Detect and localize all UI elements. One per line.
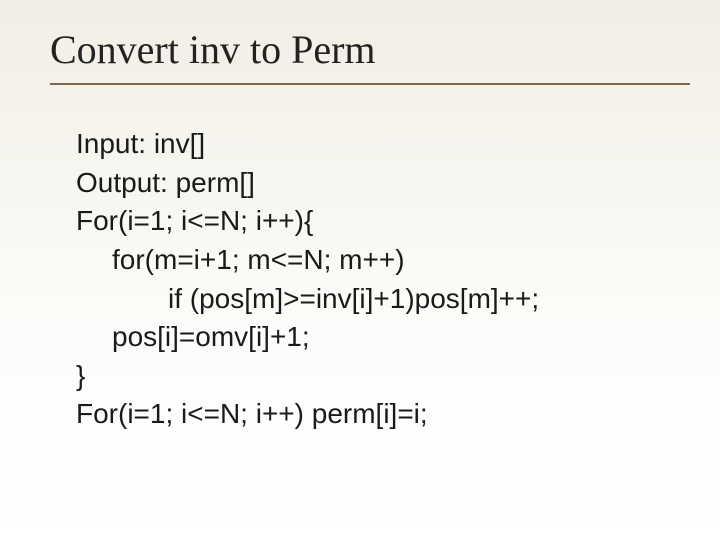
code-line: Output: perm[]	[76, 164, 670, 203]
slide: Convert inv to Perm Input: inv[] Output:…	[0, 0, 720, 540]
slide-title: Convert inv to Perm	[50, 20, 670, 83]
code-line: pos[i]=omv[i]+1;	[76, 318, 670, 357]
code-line: if (pos[m]>=inv[i]+1)pos[m]++;	[76, 280, 670, 319]
slide-body: Input: inv[] Output: perm[] For(i=1; i<=…	[50, 125, 670, 434]
title-underline	[50, 83, 690, 85]
code-line: Input: inv[]	[76, 125, 670, 164]
code-line: for(m=i+1; m<=N; m++)	[76, 241, 670, 280]
code-line: }	[76, 357, 670, 396]
code-line: For(i=1; i<=N; i++) perm[i]=i;	[76, 395, 670, 434]
code-line: For(i=1; i<=N; i++){	[76, 202, 670, 241]
